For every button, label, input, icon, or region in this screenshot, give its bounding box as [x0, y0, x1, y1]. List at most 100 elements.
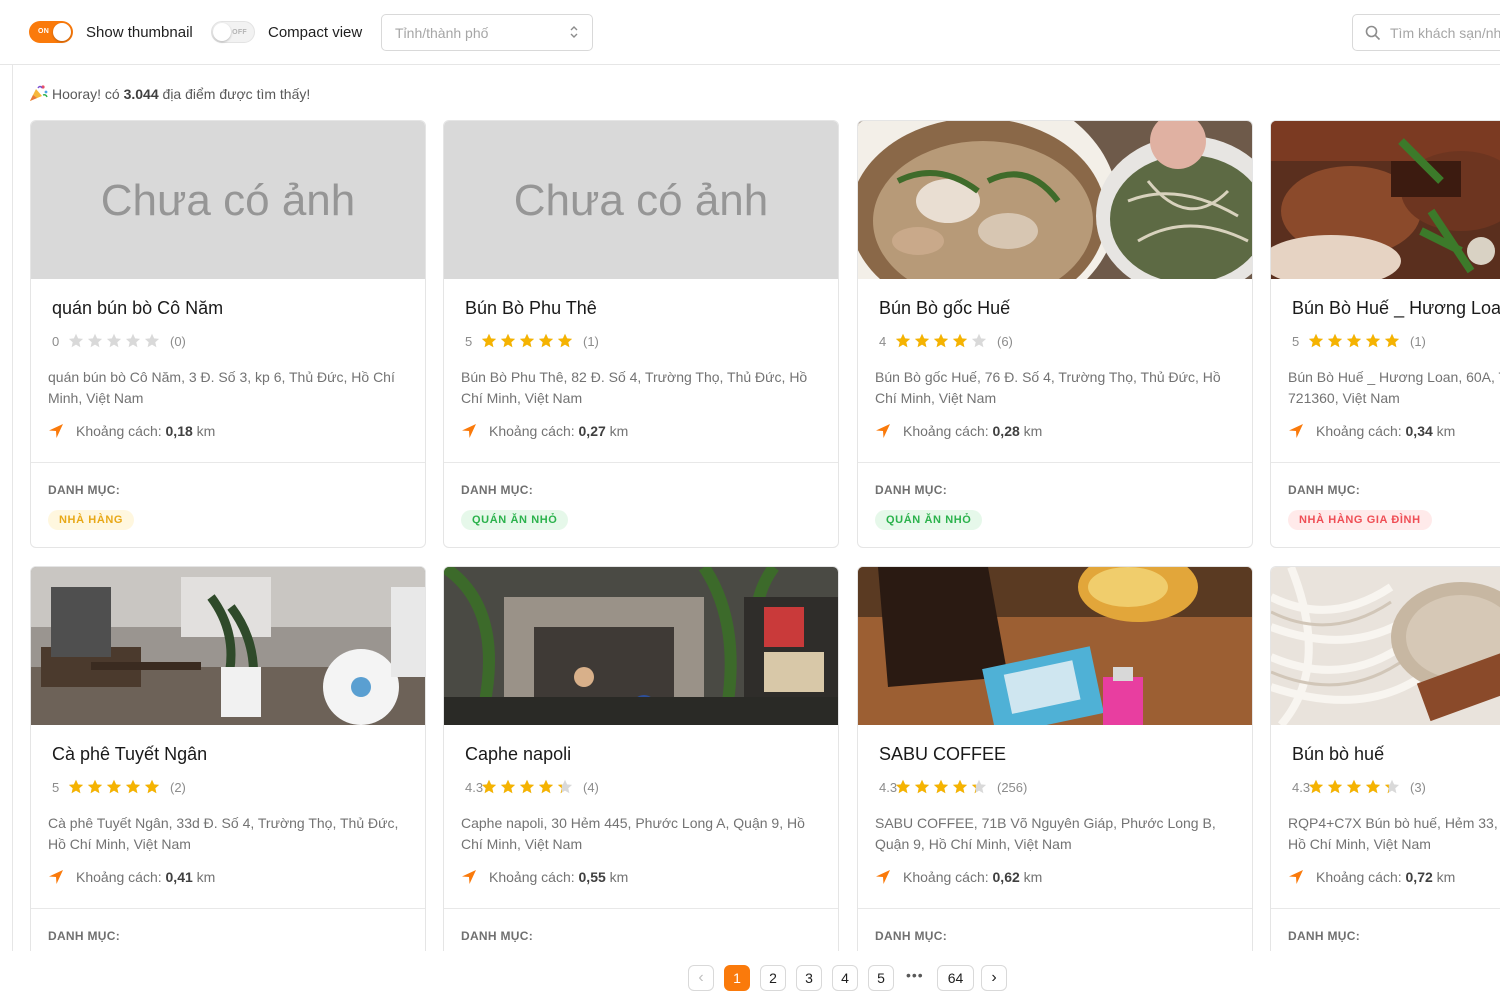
place-thumbnail[interactable] — [858, 121, 1252, 279]
page-button-last[interactable]: 64 — [937, 965, 974, 991]
distance-unit: km — [1023, 423, 1043, 439]
place-thumbnail[interactable] — [444, 567, 838, 725]
page-button-4[interactable]: 4 — [832, 965, 858, 991]
place-thumbnail[interactable] — [858, 567, 1252, 725]
category-label: DANH MỤC: — [461, 483, 534, 497]
star-icon — [1327, 333, 1343, 348]
rating-score: 4.3 — [1292, 780, 1311, 795]
navigation-arrow-icon — [49, 424, 63, 438]
star-icon — [1346, 779, 1362, 794]
place-card[interactable]: Bún Bò Huế _ Hương Loan 5 (1) Bún Bò Huế… — [1270, 120, 1500, 548]
place-name[interactable]: Bún Bò Phu Thê — [465, 298, 597, 319]
distance-row: Khoảng cách: 0,72 km — [1288, 869, 1455, 885]
no-image-placeholder: Chưa có ảnh — [444, 121, 838, 279]
pagination: ‹ 1 2 3 4 5 ••• 64 › — [0, 951, 1500, 1000]
thumbnail-toggle-label[interactable]: Show thumbnail — [86, 24, 193, 41]
place-card[interactable]: SABU COFFEE 4.3 (256) SABU COFFEE, 71B V… — [857, 566, 1253, 951]
star-icon — [125, 333, 141, 348]
star-icon — [106, 779, 122, 794]
category-tag[interactable]: NHÀ HÀNG GIA ĐÌNH — [1288, 510, 1432, 530]
star-icon — [1365, 333, 1381, 348]
rating-stars — [68, 779, 160, 794]
prev-page-button[interactable]: ‹ — [688, 965, 714, 991]
place-name[interactable]: Cà phê Tuyết Ngân — [52, 744, 207, 765]
place-name[interactable]: Caphe napoli — [465, 744, 571, 765]
card-divider — [1271, 908, 1500, 909]
review-count: (1) — [1410, 334, 1426, 349]
distance-row: Khoảng cách: 0,28 km — [875, 423, 1042, 439]
rating-score: 0 — [52, 334, 60, 349]
navigation-arrow-icon — [876, 424, 890, 438]
rating-stars — [481, 779, 573, 794]
distance-unit: km — [609, 869, 629, 885]
place-card[interactable]: Bún bò huế 4.3 (3) RQP4+C7X Bún bò huế, … — [1270, 566, 1500, 951]
page-button-5[interactable]: 5 — [868, 965, 894, 991]
review-count: (2) — [170, 780, 186, 795]
star-icon — [971, 333, 987, 348]
page-button-1[interactable]: 1 — [724, 965, 750, 991]
star-icon — [144, 333, 160, 348]
cafe-storefront-photo — [444, 567, 838, 725]
province-select-placeholder: Tỉnh/thành phố — [395, 25, 489, 41]
place-name[interactable]: quán bún bò Cô Năm — [52, 298, 223, 319]
place-card[interactable]: Chưa có ảnh Bún Bò Phu Thê 5 (1) Bún Bò … — [443, 120, 839, 548]
place-thumbnail[interactable] — [1271, 121, 1500, 279]
rating-stars — [481, 333, 573, 348]
place-address: Caphe napoli, 30 Hẻm 445, Phước Long A, … — [461, 815, 805, 852]
distance-unit: km — [609, 423, 629, 439]
rating-score: 5 — [52, 780, 60, 795]
pagination-ellipsis[interactable]: ••• — [906, 967, 924, 983]
party-popper-icon — [30, 85, 48, 101]
place-name[interactable]: Bún bò huế — [1292, 744, 1384, 765]
distance-label: Khoảng cách: — [489, 869, 575, 885]
rating-row: 4.3 (256) — [879, 779, 1027, 797]
next-page-button[interactable]: › — [981, 965, 1007, 991]
star-icon — [971, 779, 987, 794]
province-select[interactable]: Tỉnh/thành phố — [381, 14, 593, 51]
place-card[interactable]: Bún Bò gốc Huế 4 (6) Bún Bò gốc Huế, 76 … — [857, 120, 1253, 548]
distance-value: 0,18 — [165, 423, 193, 439]
star-icon — [933, 333, 949, 348]
place-address: Cà phê Tuyết Ngân, 33d Đ. Số 4, Trường T… — [48, 815, 399, 852]
summary-prefix: Hooray! có — [52, 86, 120, 102]
distance-value: 0,41 — [165, 869, 193, 885]
place-card[interactable]: Cà phê Tuyết Ngân 5 (2) Cà phê Tuyết Ngâ… — [30, 566, 426, 951]
rating-row: 0 (0) — [52, 333, 186, 351]
category-label: DANH MỤC: — [875, 483, 948, 497]
place-thumbnail[interactable] — [31, 567, 425, 725]
card-divider — [31, 462, 425, 463]
distance-label: Khoảng cách: — [903, 423, 989, 439]
category-tag[interactable]: NHÀ HÀNG — [48, 510, 135, 530]
review-count: (1) — [583, 334, 599, 349]
summary-suffix: địa điểm được tìm thấy! — [162, 86, 311, 102]
navigation-arrow-icon — [462, 870, 476, 884]
star-icon — [1308, 333, 1324, 348]
toggle-knob — [53, 23, 71, 41]
navigation-arrow-icon — [876, 870, 890, 884]
category-tag[interactable]: QUÁN ĂN NHỎ — [875, 510, 983, 530]
star-icon — [952, 779, 968, 794]
search-field[interactable]: Tìm khách sạn/nhà hàng — [1352, 14, 1500, 51]
navigation-arrow-icon — [1289, 870, 1303, 884]
distance-unit: km — [196, 423, 216, 439]
place-name[interactable]: Bún Bò gốc Huế — [879, 298, 1010, 319]
place-name[interactable]: Bún Bò Huế _ Hương Loan — [1292, 298, 1500, 319]
page-button-3[interactable]: 3 — [796, 965, 822, 991]
star-icon — [68, 333, 84, 348]
review-count: (0) — [170, 334, 186, 349]
compact-view-toggle[interactable]: OFF — [211, 21, 255, 43]
thumbnail-toggle[interactable]: ON — [29, 21, 73, 43]
compact-view-label[interactable]: Compact view — [268, 24, 362, 41]
place-card[interactable]: Caphe napoli 4.3 (4) Caphe napoli, 30 Hẻ… — [443, 566, 839, 951]
place-name[interactable]: SABU COFFEE — [879, 744, 1006, 765]
page-button-2[interactable]: 2 — [760, 965, 786, 991]
distance-value: 0,62 — [992, 869, 1020, 885]
results-viewport[interactable]: Hooray! có 3.044 địa điểm được tìm thấy!… — [0, 0, 1500, 951]
review-count: (3) — [1410, 780, 1426, 795]
place-address: quán bún bò Cô Năm, 3 Đ. Số 3, kp 6, Thủ… — [48, 369, 395, 406]
toggle-knob — [213, 23, 231, 41]
rating-row: 4.3 (3) — [1292, 779, 1426, 797]
category-tag[interactable]: QUÁN ĂN NHỎ — [461, 510, 569, 530]
place-thumbnail[interactable] — [1271, 567, 1500, 725]
place-card[interactable]: Chưa có ảnh quán bún bò Cô Năm 0 (0) quá… — [30, 120, 426, 548]
